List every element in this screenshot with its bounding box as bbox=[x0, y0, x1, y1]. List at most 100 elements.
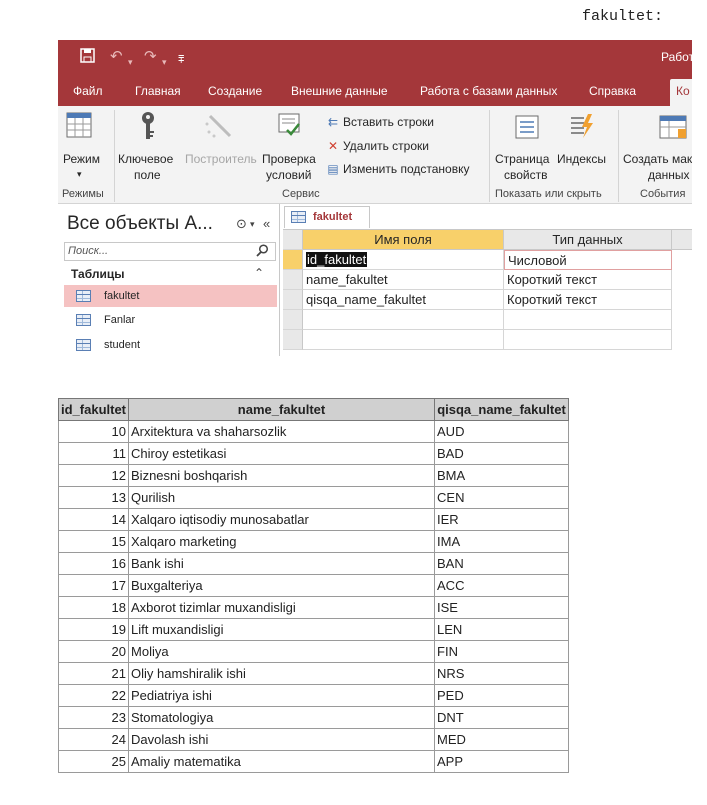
tab-database-tools[interactable]: Работа с базами данных bbox=[420, 84, 557, 98]
indexes-button[interactable]: Индексы bbox=[557, 151, 606, 167]
ribbon: Режим ▾ Ключевое поле Построитель Провер… bbox=[58, 106, 692, 204]
data-type-cell[interactable] bbox=[504, 330, 672, 350]
primary-key-button[interactable]: Ключевое bbox=[118, 151, 173, 167]
short-name-cell: IER bbox=[434, 508, 570, 531]
create-data-macro-button[interactable]: Создать мак bbox=[623, 151, 692, 167]
table-row: 14 Xalqaro iqtisodiy munosabatlar IER bbox=[57, 508, 570, 531]
name-cell: Amaliy matematika bbox=[128, 750, 436, 773]
table-icon bbox=[76, 339, 91, 351]
short-name-cell: FIN bbox=[434, 640, 570, 663]
data-type-cell[interactable] bbox=[504, 310, 672, 330]
table-row: 13 Qurilish CEN bbox=[57, 486, 570, 509]
tab-design[interactable]: Ко bbox=[670, 79, 692, 106]
id-cell: 24 bbox=[57, 728, 130, 751]
search-icon[interactable] bbox=[256, 244, 269, 260]
customize-qat-icon[interactable]: ⩱ bbox=[178, 51, 184, 69]
name-cell: Arxitektura va shaharsozlik bbox=[128, 420, 436, 443]
select-all-corner[interactable] bbox=[283, 230, 303, 250]
nav-menu-icon[interactable]: ⊙ bbox=[236, 216, 247, 232]
name-cell: Buxgalteriya bbox=[128, 574, 436, 597]
table-row: 25 Amaliy matematika APP bbox=[57, 750, 570, 773]
short-name-cell: IMA bbox=[434, 530, 570, 553]
tab-external-data[interactable]: Внешние данные bbox=[291, 84, 388, 98]
view-mode-dropdown-icon[interactable]: ▾ bbox=[77, 166, 82, 182]
table-icon bbox=[76, 290, 91, 302]
table-row: 12 Biznesni boshqarish BMA bbox=[57, 464, 570, 487]
insert-rows-button[interactable]: ⇇ Вставить строки bbox=[326, 115, 434, 129]
tab-create[interactable]: Создание bbox=[208, 84, 262, 98]
name-cell: Xalqaro marketing bbox=[128, 530, 436, 553]
field-name-cell[interactable]: name_fakultet bbox=[303, 270, 504, 290]
delete-rows-button[interactable]: ✕ Удалить строки bbox=[326, 139, 429, 153]
id-cell: 14 bbox=[57, 508, 130, 531]
name-cell: Qurilish bbox=[128, 486, 436, 509]
id-cell: 25 bbox=[57, 750, 130, 773]
redo-dropdown-icon[interactable]: ▾ bbox=[162, 53, 167, 71]
short-name-cell: APP bbox=[434, 750, 570, 773]
view-mode-icon bbox=[66, 111, 92, 144]
header-id-fakultet: id_fakultet bbox=[57, 398, 130, 421]
undo-dropdown-icon[interactable]: ▾ bbox=[128, 53, 133, 71]
row-selector[interactable] bbox=[283, 250, 303, 270]
nav-item-fakultet[interactable]: fakultet bbox=[64, 285, 277, 307]
nav-item-student[interactable]: student bbox=[64, 334, 277, 356]
row-selector[interactable] bbox=[283, 270, 303, 290]
id-cell: 19 bbox=[57, 618, 130, 641]
id-cell: 15 bbox=[57, 530, 130, 553]
row-selector[interactable] bbox=[283, 330, 303, 350]
row-selector[interactable] bbox=[283, 290, 303, 310]
primary-key-icon bbox=[139, 111, 157, 146]
column-header-field-name: Имя поля bbox=[303, 230, 504, 250]
data-type-cell[interactable]: Короткий текст bbox=[504, 270, 672, 290]
check-conditions-line2: условий bbox=[266, 168, 312, 182]
tab-file[interactable]: Файл bbox=[73, 84, 103, 98]
row-selector[interactable] bbox=[283, 310, 303, 330]
table-row: 23 Stomatologiya DNT bbox=[57, 706, 570, 729]
name-cell: Biznesni boshqarish bbox=[128, 464, 436, 487]
short-name-cell: AUD bbox=[434, 420, 570, 443]
save-icon[interactable] bbox=[80, 48, 95, 68]
id-cell: 12 bbox=[57, 464, 130, 487]
validation-rules-icon bbox=[277, 112, 303, 145]
change-lookup-button[interactable]: ▤ Изменить подстановку bbox=[326, 162, 469, 176]
document-tab-fakultet[interactable]: fakultet bbox=[284, 206, 370, 228]
nav-dropdown-icon[interactable]: ▾ bbox=[250, 219, 255, 230]
name-cell: Davolash ishi bbox=[128, 728, 436, 751]
tab-help[interactable]: Справка bbox=[589, 84, 636, 98]
delete-rows-icon: ✕ bbox=[327, 139, 339, 153]
builder-button[interactable]: Построитель bbox=[185, 151, 257, 167]
short-name-cell: BMA bbox=[434, 464, 570, 487]
table-icon bbox=[291, 211, 306, 223]
field-name-cell[interactable]: id_fakultet bbox=[303, 250, 504, 270]
id-cell: 20 bbox=[57, 640, 130, 663]
redo-icon[interactable]: ↷ bbox=[144, 48, 157, 66]
nav-pane-title[interactable]: Все объекты A... bbox=[67, 213, 213, 235]
tab-home[interactable]: Главная bbox=[135, 84, 181, 98]
field-name-cell[interactable]: qisqa_name_fakultet bbox=[303, 290, 504, 310]
undo-icon[interactable]: ↶ bbox=[110, 48, 123, 66]
builder-wand-icon bbox=[204, 112, 234, 145]
field-name-cell[interactable] bbox=[303, 330, 504, 350]
id-cell: 22 bbox=[57, 684, 130, 707]
table-row: 10 Arxitektura va shaharsozlik AUD bbox=[57, 420, 570, 443]
table-row: 22 Pediatriya ishi PED bbox=[57, 684, 570, 707]
change-lookup-icon: ▤ bbox=[327, 162, 339, 176]
field-name-cell[interactable] bbox=[303, 310, 504, 330]
nav-item-fanlar[interactable]: Fanlar bbox=[64, 309, 277, 331]
name-cell: Stomatologiya bbox=[128, 706, 436, 729]
nav-section-tables[interactable]: Таблицы bbox=[71, 267, 124, 281]
chevron-up-icon[interactable]: ⌃ bbox=[254, 266, 264, 280]
check-conditions-button[interactable]: Проверка bbox=[262, 151, 316, 167]
id-cell: 23 bbox=[57, 706, 130, 729]
indexes-icon bbox=[568, 112, 596, 145]
name-cell: Pediatriya ishi bbox=[128, 684, 436, 707]
id-cell: 18 bbox=[57, 596, 130, 619]
view-mode-button[interactable]: Режим bbox=[63, 151, 100, 167]
nav-search-input[interactable]: Поиск... bbox=[64, 242, 276, 261]
short-name-cell: CEN bbox=[434, 486, 570, 509]
data-type-cell[interactable]: Числовой bbox=[504, 250, 672, 270]
group-label-show-hide: Показать или скрыть bbox=[495, 188, 602, 200]
collapse-pane-icon[interactable]: « bbox=[263, 216, 270, 231]
data-type-cell[interactable]: Короткий текст bbox=[504, 290, 672, 310]
property-sheet-button[interactable]: Страница bbox=[495, 151, 549, 167]
